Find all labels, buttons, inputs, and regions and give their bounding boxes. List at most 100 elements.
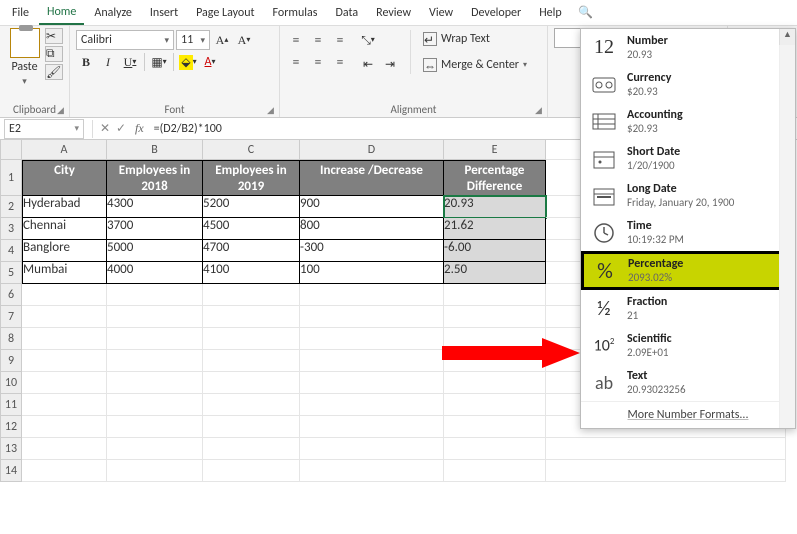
enter-formula-button[interactable]: ✓ (113, 119, 129, 139)
cell-D6[interactable] (300, 284, 444, 306)
col-header-D[interactable]: D (300, 140, 444, 160)
alignment-launcher[interactable]: ◢ (535, 105, 545, 115)
name-box[interactable]: E2▾ (4, 119, 84, 139)
cell-B2[interactable]: 4300 (107, 196, 203, 218)
cell-B12[interactable] (107, 416, 203, 438)
cell-C4[interactable]: 4700 (203, 240, 300, 262)
cell-A3[interactable]: Chennai (22, 218, 107, 240)
row-header-5[interactable]: 5 (0, 262, 22, 284)
scroll-up-button[interactable]: ▲ (779, 29, 795, 45)
cell-D9[interactable] (300, 350, 444, 372)
decrease-font-button[interactable]: A▾ (234, 30, 254, 50)
format-option-number[interactable]: 12 Number20.93 (581, 29, 795, 66)
col-header-E[interactable]: E (444, 140, 546, 160)
copy-button[interactable]: ⧉ (45, 46, 63, 62)
align-bottom-button[interactable]: ≡ (330, 30, 350, 50)
align-top-button[interactable]: ≡ (286, 30, 306, 50)
format-option-short-date[interactable]: Short Date1/20/1900 (581, 140, 795, 177)
cell-E4[interactable]: -6.00 (444, 240, 546, 262)
format-option-fraction[interactable]: ½ Fraction21 (581, 290, 795, 327)
menu-file[interactable]: File (4, 2, 37, 24)
cell-D14[interactable] (300, 460, 444, 482)
row-header-10[interactable]: 10 (0, 372, 22, 394)
cell-B4[interactable]: 5000 (107, 240, 203, 262)
header-cell-E[interactable]: Percentage Difference (444, 160, 546, 196)
cell-D12[interactable] (300, 416, 444, 438)
font-size-select[interactable]: 11▾ (176, 30, 210, 50)
orientation-button[interactable]: ⤡▾ (358, 30, 378, 50)
row-header-3[interactable]: 3 (0, 218, 22, 240)
cell-E6[interactable] (444, 284, 546, 306)
format-option-time[interactable]: Time10:19:32 PM (581, 214, 795, 251)
row-header-8[interactable]: 8 (0, 328, 22, 350)
font-name-select[interactable]: Calibri▾ (76, 30, 174, 50)
scrollbar[interactable] (779, 45, 795, 428)
row-header-2[interactable]: 2 (0, 196, 22, 218)
cell-C2[interactable]: 5200 (203, 196, 300, 218)
fill-color-button[interactable]: ⬙▾ (178, 52, 198, 72)
cell-E12[interactable] (444, 416, 546, 438)
cell-A6[interactable] (22, 284, 107, 306)
cell-C9[interactable] (203, 350, 300, 372)
underline-button[interactable]: U ▾ (120, 52, 140, 72)
cell-D2[interactable]: 900 (300, 196, 444, 218)
cell-E3[interactable]: 21.62 (444, 218, 546, 240)
row-header-1[interactable]: 1 (0, 160, 22, 196)
cell-C10[interactable] (203, 372, 300, 394)
cell-A9[interactable] (22, 350, 107, 372)
row-header-9[interactable]: 9 (0, 350, 22, 372)
format-option-scientific[interactable]: 102 Scientific2.09E+01 (581, 327, 795, 364)
cell-D5[interactable]: 100 (300, 262, 444, 284)
row-header-11[interactable]: 11 (0, 394, 22, 416)
cut-button[interactable]: ✂ (45, 28, 63, 44)
fx-icon[interactable]: fx (135, 121, 144, 136)
cell-C5[interactable]: 4100 (203, 262, 300, 284)
cell-B3[interactable]: 3700 (107, 218, 203, 240)
cell-C13[interactable] (203, 438, 300, 460)
cell-B6[interactable] (107, 284, 203, 306)
cell-A5[interactable]: Mumbai (22, 262, 107, 284)
menu-view[interactable]: View (421, 2, 461, 24)
increase-font-button[interactable]: A▴ (212, 30, 232, 50)
cell-E14[interactable] (444, 460, 546, 482)
cell-A13[interactable] (22, 438, 107, 460)
col-header-B[interactable]: B (107, 140, 203, 160)
cell-B11[interactable] (107, 394, 203, 416)
cell-B5[interactable]: 4000 (107, 262, 203, 284)
menu-formulas[interactable]: Formulas (265, 2, 326, 24)
cell-C12[interactable] (203, 416, 300, 438)
cell-A4[interactable]: Banglore (22, 240, 107, 262)
cell-E2[interactable]: 20.93 (444, 196, 546, 218)
menu-review[interactable]: Review (368, 2, 419, 24)
row-header-4[interactable]: 4 (0, 240, 22, 262)
cell-C7[interactable] (203, 306, 300, 328)
cell-A14[interactable] (22, 460, 107, 482)
border-button[interactable]: ▦▾ (149, 52, 169, 72)
bold-button[interactable]: B (76, 52, 96, 72)
format-option-long-date[interactable]: Long DateFriday, January 20, 1900 (581, 177, 795, 214)
row-header-6[interactable]: 6 (0, 284, 22, 306)
col-header-C[interactable]: C (203, 140, 300, 160)
merge-center-button[interactable]: ⇔Merge & Center ▾ (421, 54, 529, 76)
header-cell-A[interactable]: City (22, 160, 107, 196)
format-option-accounting[interactable]: Accounting$20.93 (581, 103, 795, 140)
header-cell-B[interactable]: Employees in 2018 (107, 160, 203, 196)
align-left-button[interactable]: ≡ (286, 52, 306, 72)
cell-C11[interactable] (203, 394, 300, 416)
cell-A7[interactable] (22, 306, 107, 328)
more-number-formats[interactable]: More Number Formats... (581, 401, 795, 428)
cell-D4[interactable]: -300 (300, 240, 444, 262)
cell-E13[interactable] (444, 438, 546, 460)
cell-D13[interactable] (300, 438, 444, 460)
font-launcher[interactable]: ◢ (267, 105, 277, 115)
cell-A2[interactable]: Hyderabad (22, 196, 107, 218)
format-painter-button[interactable]: 🖌 (45, 64, 63, 80)
format-option-currency[interactable]: Currency$20.93 (581, 66, 795, 103)
align-middle-button[interactable]: ≡ (308, 30, 328, 50)
cell-A11[interactable] (22, 394, 107, 416)
row-header-14[interactable]: 14 (0, 460, 22, 482)
font-color-button[interactable]: A▾ (200, 52, 220, 72)
cell-D8[interactable] (300, 328, 444, 350)
row-header-12[interactable]: 12 (0, 416, 22, 438)
cell-E5[interactable]: 2.50 (444, 262, 546, 284)
